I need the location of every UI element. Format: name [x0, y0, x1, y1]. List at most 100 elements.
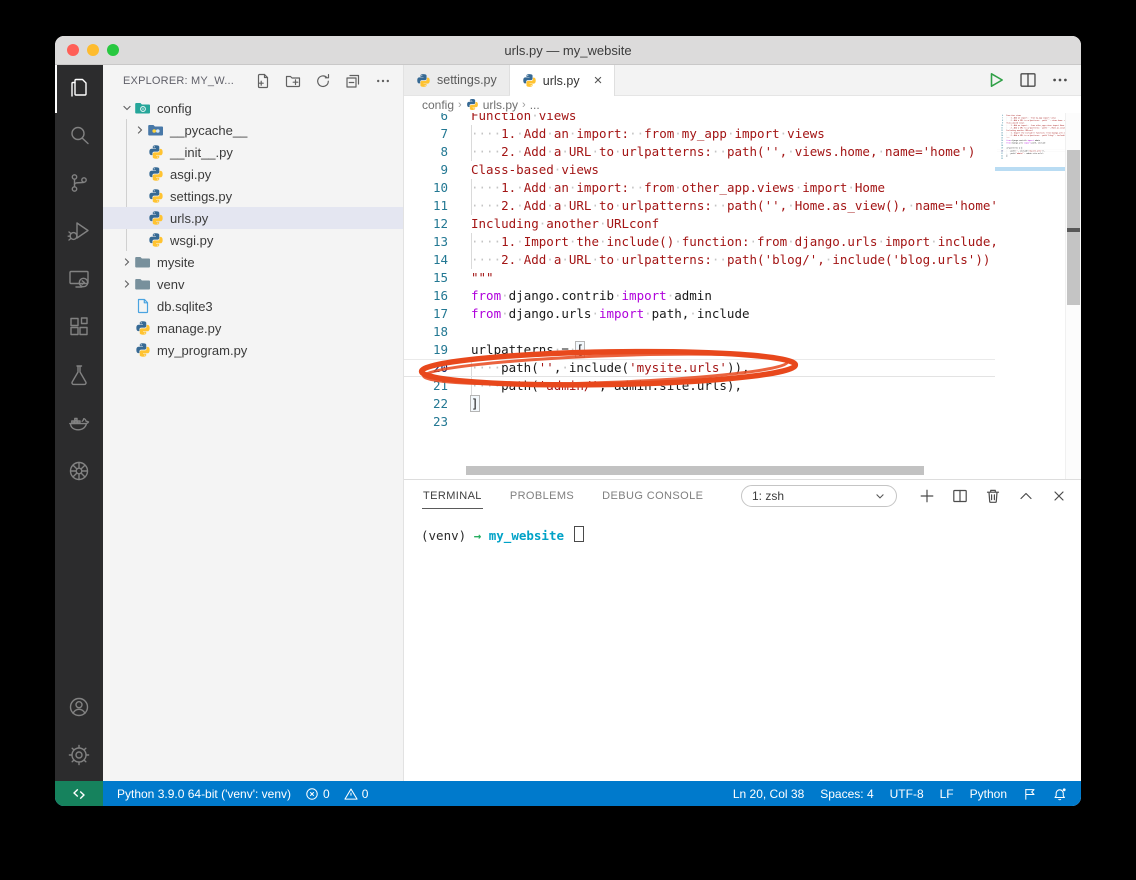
code-line-6[interactable]: 6Function·views	[404, 113, 995, 125]
line-number: 18	[404, 323, 448, 341]
code-line-11[interactable]: 11····2.·Add·a·URL·to·urlpatterns:··path…	[404, 197, 995, 215]
close-window-button[interactable]	[67, 44, 79, 56]
code-line-18[interactable]: 18	[404, 323, 995, 341]
vertical-scrollbar[interactable]	[1065, 113, 1081, 479]
code-line-22[interactable]: 22]	[404, 395, 995, 413]
activity-bar-item-source-control[interactable]	[55, 161, 103, 209]
tree-item-asgi-py[interactable]: asgi.py	[103, 163, 403, 185]
editor-tab-settings-py[interactable]: settings.py	[404, 65, 510, 95]
code-line-13[interactable]: 13····1.·Import·the·include()·function:·…	[404, 233, 995, 251]
zoom-window-button[interactable]	[107, 44, 119, 56]
bell-status-item[interactable]	[1053, 787, 1067, 801]
breadcrumb-item[interactable]: ...	[530, 98, 540, 112]
activity-bar-item-run-debug[interactable]	[55, 209, 103, 257]
tree-item-urls-py[interactable]: urls.py	[103, 207, 403, 229]
warning-status-item[interactable]: 0	[344, 787, 369, 801]
code-line-19[interactable]: 19urlpatterns·=·[	[404, 341, 995, 359]
search-icon	[67, 123, 91, 152]
terminal-selector-dropdown[interactable]: 1: zsh	[741, 485, 897, 507]
tree-item-manage-py[interactable]: manage.py	[103, 317, 403, 339]
status-item-text: Python	[970, 787, 1007, 801]
tree-item-wsgi-py[interactable]: wsgi.py	[103, 229, 403, 251]
code-line-15[interactable]: 15"""	[404, 269, 995, 287]
error-status-item[interactable]: 0	[305, 787, 330, 801]
breadcrumb-item[interactable]: urls.py	[483, 98, 518, 112]
code-line-12[interactable]: 12Including·another·URLconf	[404, 215, 995, 233]
tree-item-db-sqlite3[interactable]: db.sqlite3	[103, 295, 403, 317]
code-line-17[interactable]: 17from·django.urls·import·path,·include	[404, 305, 995, 323]
tree-item-config[interactable]: config	[103, 97, 403, 119]
breadcrumb-separator: ›	[522, 99, 526, 111]
code-line-7[interactable]: 7····1.·Add·an·import:··from·my_app·impo…	[404, 125, 995, 143]
breadcrumb-separator: ›	[458, 99, 462, 111]
tree-item-settings-py[interactable]: settings.py	[103, 185, 403, 207]
tree-item-label: __pycache__	[170, 123, 247, 138]
horizontal-scrollbar-thumb[interactable]	[466, 466, 924, 475]
line-number: 13	[404, 233, 448, 251]
close-tab-icon[interactable]: ×	[594, 73, 603, 88]
activity-bar-item-testing[interactable]	[55, 353, 103, 401]
status-item[interactable]: LF	[940, 787, 954, 801]
code-line-9[interactable]: 9Class-based·views	[404, 161, 995, 179]
minimap[interactable]: 6Function·views7····1.·Add·an·import:··f…	[995, 113, 1066, 479]
kill-terminal-button[interactable]	[985, 488, 1001, 504]
tree-item--pycache-[interactable]: __pycache__	[103, 119, 403, 141]
new-folder-button[interactable]	[285, 73, 301, 89]
activity-bar-item-kubernetes[interactable]	[55, 449, 103, 497]
code-editor[interactable]: 6Function·views7····1.·Add·an·import:··f…	[404, 113, 1081, 479]
line-number: 9	[404, 161, 448, 179]
refresh-button[interactable]	[315, 73, 331, 89]
collapse-folders-button[interactable]	[345, 73, 361, 89]
code-line-16[interactable]: 16from·django.contrib·import·admin	[404, 287, 995, 305]
minimize-window-button[interactable]	[87, 44, 99, 56]
feedback-status-item[interactable]	[1023, 787, 1037, 801]
tree-item-label: db.sqlite3	[157, 299, 213, 314]
tree-item-mysite[interactable]: mysite	[103, 251, 403, 273]
close-panel-button[interactable]	[1051, 488, 1067, 504]
code-line-21[interactable]: 21····path('admin/',·admin.site.urls),	[404, 377, 995, 395]
code-line-8[interactable]: 8····2.·Add·a·URL·to·urlpatterns:··path(…	[404, 143, 995, 161]
status-item-text: Python 3.9.0 64-bit ('venv': venv)	[117, 787, 291, 801]
code-line-23[interactable]: 23	[997, 157, 1066, 160]
panel-tab-terminal[interactable]: TERMINAL	[422, 484, 483, 509]
breadcrumb-item[interactable]: config	[422, 98, 454, 112]
status-item[interactable]: Spaces: 4	[820, 787, 873, 801]
code-line-23[interactable]: 23	[404, 413, 995, 431]
new-file-button[interactable]	[255, 73, 271, 89]
title-bar[interactable]: urls.py — my_website	[55, 36, 1081, 65]
remote-indicator[interactable]	[55, 781, 103, 806]
activity-bar-item-remote-explorer[interactable]	[55, 257, 103, 305]
status-item[interactable]: Python 3.9.0 64-bit ('venv': venv)	[117, 787, 291, 801]
warning-icon	[344, 787, 358, 801]
status-item[interactable]: Ln 20, Col 38	[733, 787, 804, 801]
line-number: 16	[404, 287, 448, 305]
maximize-panel-button[interactable]	[1018, 488, 1034, 504]
activity-bar-item-explorer[interactable]	[55, 65, 103, 113]
tree-item--init-py[interactable]: __init__.py	[103, 141, 403, 163]
breadcrumb[interactable]: config › urls.py ›...	[404, 96, 1081, 113]
activity-bar-item-extensions[interactable]	[55, 305, 103, 353]
terminal-output[interactable]: (venv) → my_website	[404, 512, 1081, 543]
code-line-10[interactable]: 10····1.·Add·an·import:··from·other_app.…	[404, 179, 995, 197]
new-terminal-button[interactable]	[919, 488, 935, 504]
code-line-20[interactable]: 20····path('',·include('mysite.urls')),	[404, 359, 995, 377]
tree-item-venv[interactable]: venv	[103, 273, 403, 295]
tree-item-label: venv	[157, 277, 184, 292]
split-terminal-button[interactable]	[952, 488, 968, 504]
activity-bar-item-accounts[interactable]	[55, 685, 103, 733]
more-actions-button[interactable]	[375, 73, 391, 89]
more-editor-actions-button[interactable]	[1051, 71, 1069, 89]
activity-bar-item-manage[interactable]	[55, 733, 103, 781]
run-button[interactable]	[987, 71, 1005, 89]
panel-tab-problems[interactable]: PROBLEMS	[509, 484, 575, 509]
activity-bar-item-search[interactable]	[55, 113, 103, 161]
editor-tab-urls-py[interactable]: urls.py×	[510, 65, 616, 96]
tree-item-my-program-py[interactable]: my_program.py	[103, 339, 403, 361]
status-item[interactable]: Python	[970, 787, 1007, 801]
code-line-14[interactable]: 14····2.·Add·a·URL·to·urlpatterns:··path…	[404, 251, 995, 269]
activity-bar-item-docker[interactable]	[55, 401, 103, 449]
line-number: 23	[404, 413, 448, 431]
status-item[interactable]: UTF-8	[890, 787, 924, 801]
panel-tab-debug-console[interactable]: DEBUG CONSOLE	[601, 484, 704, 509]
split-editor-button[interactable]	[1019, 71, 1037, 89]
